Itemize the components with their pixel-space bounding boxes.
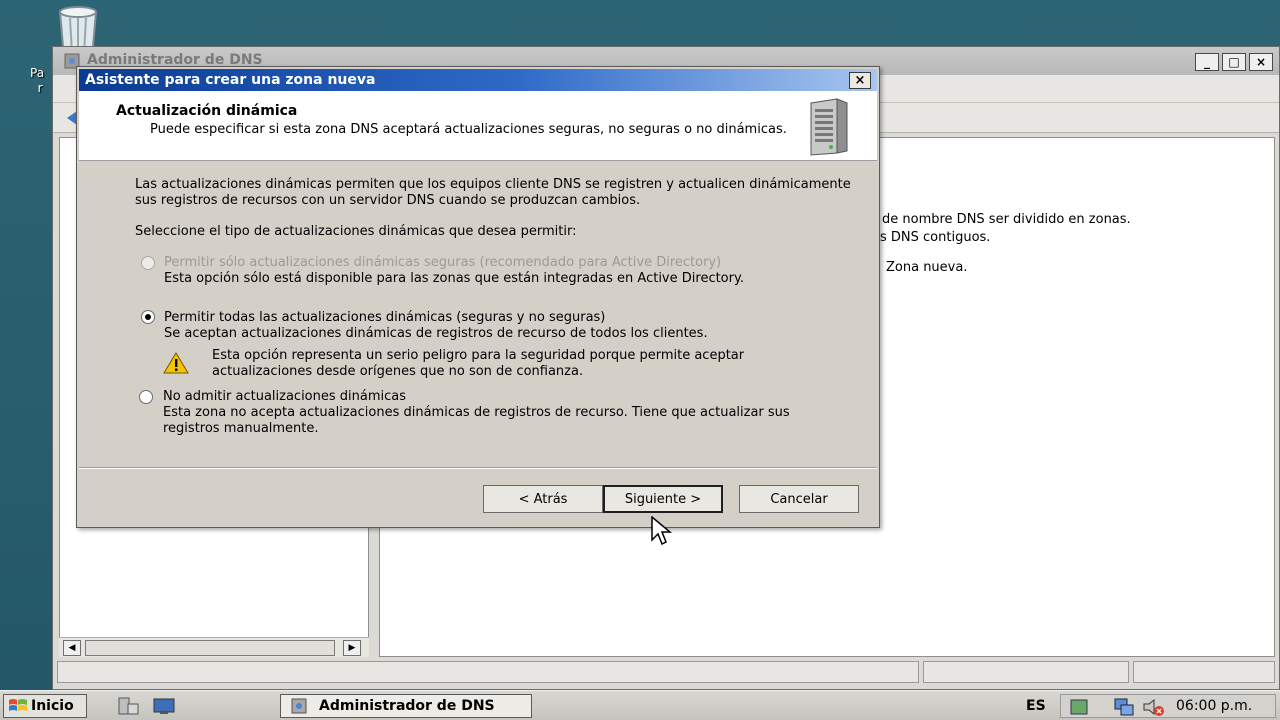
wizard-close-button[interactable]: × — [849, 72, 871, 89]
network-icon[interactable] — [1113, 697, 1137, 717]
horizontal-scrollbar[interactable]: ◀ ▶ — [59, 637, 369, 657]
start-button[interactable]: Inicio — [3, 694, 87, 718]
wizard-body: Las actualizaciones dinámicas permiten q… — [135, 177, 855, 240]
back-button[interactable]: < Atrás — [483, 485, 603, 513]
maximize-button[interactable]: □ — [1222, 53, 1246, 71]
scroll-left-icon[interactable]: ◀ — [63, 640, 81, 656]
radio-no-updates[interactable] — [139, 390, 153, 404]
mouse-cursor-icon — [651, 516, 673, 546]
tray-app-icon[interactable] — [1069, 697, 1091, 717]
next-button[interactable]: Siguiente > — [603, 485, 723, 513]
wizard-step-description: Puede especificar si esta zona DNS acept… — [150, 122, 787, 137]
wizard-titlebar[interactable]: Asistente para crear una zona nueva × — [79, 69, 877, 91]
wizard-step-title: Actualización dinámica — [116, 103, 298, 119]
wizard-header: Actualización dinámica Puede especificar… — [79, 91, 877, 161]
show-desktop-icon[interactable] — [152, 696, 176, 716]
status-bar — [57, 661, 1275, 683]
minimize-button[interactable]: _ — [1195, 53, 1219, 71]
taskbar: Inicio Administrador de DNS ES 06:00 p.m… — [0, 690, 1280, 720]
new-zone-wizard-dialog: Asistente para crear una zona nueva × Ac… — [76, 66, 880, 528]
warning-icon — [163, 352, 189, 374]
clock[interactable]: 06:00 p.m. — [1176, 698, 1252, 714]
option-allow-all-desc: Se aceptan actualizaciones dinámicas de … — [164, 326, 708, 341]
status-cell — [923, 661, 1129, 683]
details-text-line-1: de nombre DNS ser dividido en zonas. — [882, 212, 1131, 227]
status-cell — [57, 661, 919, 683]
close-button[interactable]: × — [1249, 53, 1273, 71]
wizard-title: Asistente para crear una zona nueva — [85, 72, 376, 88]
desktop-icon-label: Pa r — [30, 66, 45, 95]
radio-secure-only — [141, 256, 155, 270]
cancel-button[interactable]: Cancelar — [739, 485, 859, 513]
start-label: Inicio — [31, 698, 74, 714]
status-cell — [1133, 661, 1275, 683]
windows-logo-icon — [9, 699, 27, 711]
server-manager-icon[interactable] — [116, 696, 140, 716]
option-no-updates-desc: Esta zona no acepta actualizaciones diná… — [163, 405, 790, 436]
volume-muted-icon[interactable] — [1141, 697, 1165, 717]
scroll-right-icon[interactable]: ▶ — [343, 640, 361, 656]
option-secure-only-desc: Esta opción sólo está disponible para la… — [164, 271, 744, 286]
taskbar-dns-manager-label: Administrador de DNS — [319, 698, 495, 714]
option-no-updates: No admitir actualizaciones dinámicas Est… — [163, 389, 853, 437]
option-secure-only-label: Permitir sólo actualizaciones dinámicas … — [164, 255, 722, 270]
option-allow-all-warning: Esta opción representa un serio peligro … — [212, 348, 745, 379]
language-indicator[interactable]: ES — [1026, 698, 1046, 714]
option-no-updates-label[interactable]: No admitir actualizaciones dinámicas — [163, 389, 853, 405]
dns-manager-task-icon — [291, 698, 307, 714]
details-text-line-2: s DNS contiguos. — [880, 230, 991, 245]
taskbar-dns-manager[interactable]: Administrador de DNS — [280, 694, 532, 718]
prompt-text: Seleccione el tipo de actualizaciones di… — [135, 224, 577, 239]
option-allow-all: Permitir todas las actualizaciones dinám… — [164, 310, 854, 342]
radio-allow-all[interactable] — [141, 310, 155, 324]
server-icon — [810, 98, 848, 156]
details-text-line-3: Zona nueva. — [886, 260, 968, 275]
window-controls: _ □ × — [1195, 53, 1273, 71]
wizard-separator — [79, 467, 877, 469]
option-secure-only: Permitir sólo actualizaciones dinámicas … — [164, 255, 854, 287]
intro-text: Las actualizaciones dinámicas permiten q… — [135, 177, 851, 208]
option-allow-all-label[interactable]: Permitir todas las actualizaciones dinám… — [164, 310, 854, 326]
scrollbar-thumb[interactable] — [85, 640, 335, 656]
